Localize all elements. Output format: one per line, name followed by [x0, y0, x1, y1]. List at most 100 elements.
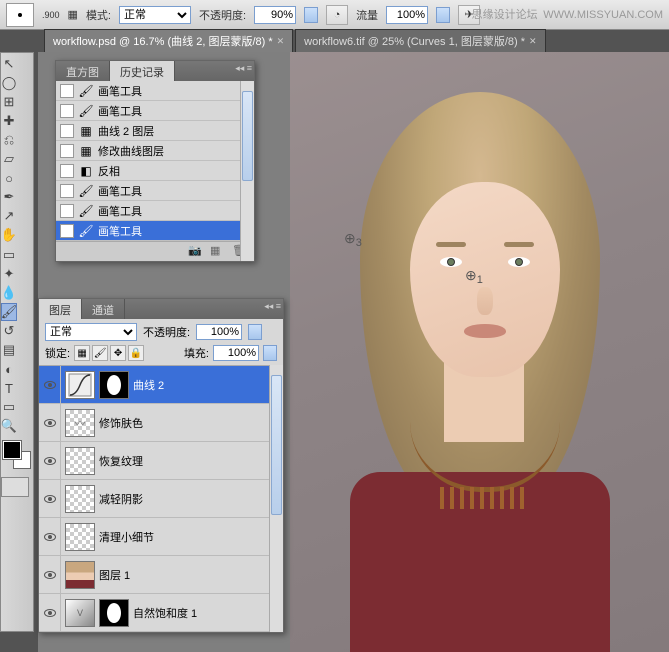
close-icon[interactable]: ✕	[277, 36, 285, 47]
history-item[interactable]: 🖌画笔工具	[56, 201, 254, 221]
document-tab[interactable]: workflow.psd @ 16.7% (曲线 2, 图层蒙版/8) *✕	[44, 29, 293, 52]
history-source-checkbox[interactable]	[60, 224, 74, 238]
history-source-checkbox[interactable]	[60, 164, 74, 178]
color-sampler-3[interactable]: ⊕3	[344, 230, 362, 249]
opacity-flyout-icon[interactable]	[304, 7, 318, 23]
visibility-toggle[interactable]	[39, 404, 61, 441]
blend-mode-select[interactable]: 正常	[119, 6, 191, 24]
color-wells[interactable]	[1, 441, 31, 469]
scrollbar[interactable]	[240, 81, 254, 261]
layer-row[interactable]: 减轻阴影	[39, 480, 283, 518]
layer-thumb[interactable]: 〰	[65, 409, 95, 437]
layer-thumb[interactable]	[65, 447, 95, 475]
chevron-down-icon[interactable]	[263, 345, 277, 361]
layer-name-label[interactable]: 减轻阴影	[99, 491, 279, 507]
layer-row[interactable]: 恢复纹理	[39, 442, 283, 480]
path-tool[interactable]: ↗	[1, 207, 17, 225]
layers-tab[interactable]: 图层	[39, 299, 82, 319]
visibility-toggle[interactable]	[39, 594, 61, 631]
layer-row[interactable]: 清理小细节	[39, 518, 283, 556]
chevron-down-icon[interactable]	[248, 324, 262, 340]
layer-thumb[interactable]	[65, 371, 95, 399]
shape-tool[interactable]: ▭	[1, 398, 17, 416]
lock-trans-icon[interactable]: ▦	[74, 345, 90, 361]
heal-tool[interactable]: ✚	[1, 112, 17, 130]
layer-name-label[interactable]: 曲线 2	[133, 377, 279, 393]
histogram-tab[interactable]: 直方图	[56, 61, 110, 81]
layer-row[interactable]: V 自然饱和度 1	[39, 594, 283, 632]
pressure-opacity-icon[interactable]: ◔	[326, 5, 348, 25]
fill-input[interactable]	[213, 345, 259, 361]
lasso-tool[interactable]: ◯	[1, 74, 17, 92]
hand-tool[interactable]: ✋	[1, 226, 17, 244]
visibility-toggle[interactable]	[39, 480, 61, 517]
new-state-icon[interactable]: ▦	[210, 244, 226, 260]
layer-thumb[interactable]	[65, 485, 95, 513]
close-icon[interactable]: ✕	[529, 36, 537, 47]
pen-tool[interactable]: ✒	[1, 188, 17, 206]
layer-row[interactable]: 图层 1	[39, 556, 283, 594]
layer-opacity-input[interactable]	[196, 324, 242, 340]
layer-name-label[interactable]: 恢复纹理	[99, 453, 279, 469]
visibility-toggle[interactable]	[39, 518, 61, 555]
foreground-color-well[interactable]	[3, 441, 21, 459]
history-item[interactable]: 🖌画笔工具	[56, 221, 254, 241]
zoom-tool[interactable]: 🔍	[1, 417, 17, 435]
layer-thumb[interactable]	[65, 523, 95, 551]
history-source-checkbox[interactable]	[60, 184, 74, 198]
canvas-image[interactable]: ⊕1 ⊕3	[290, 52, 669, 652]
layer-row[interactable]: 曲线 2	[39, 366, 283, 404]
history-brush-tool[interactable]: ↺	[1, 322, 17, 340]
layer-blend-select[interactable]: 正常	[45, 323, 137, 341]
lock-position-icon[interactable]: ✥	[110, 345, 126, 361]
color-sampler-1[interactable]: ⊕1	[465, 267, 483, 286]
flow-flyout-icon[interactable]	[436, 7, 450, 23]
crop-tool[interactable]: ⊞	[1, 93, 17, 111]
visibility-toggle[interactable]	[39, 366, 61, 403]
mask-thumb[interactable]	[99, 371, 129, 399]
stamp-tool[interactable]: ⎌	[1, 131, 17, 149]
wand-tool[interactable]: ✦	[1, 265, 17, 283]
channels-tab[interactable]: 通道	[82, 299, 125, 319]
layer-name-label[interactable]: 自然饱和度 1	[133, 605, 279, 621]
palette-toggle-icon[interactable]: ▦	[68, 8, 78, 21]
visibility-toggle[interactable]	[39, 556, 61, 593]
brush-preview[interactable]	[6, 3, 34, 27]
type-tool[interactable]: T	[1, 379, 17, 397]
dodge-tool[interactable]: ◐	[1, 360, 17, 378]
panel-collapse-icon[interactable]: ◂◂ ≡	[235, 63, 252, 74]
history-item[interactable]: 🖌画笔工具	[56, 81, 254, 101]
marquee-tool[interactable]: ▭	[1, 246, 17, 264]
lock-all-icon[interactable]: 🔒	[128, 345, 144, 361]
lock-pixels-icon[interactable]: 🖌	[92, 345, 108, 361]
flow-input[interactable]	[386, 6, 428, 24]
layer-name-label[interactable]: 清理小细节	[99, 529, 279, 545]
layer-name-label[interactable]: 修饰肤色	[99, 415, 279, 431]
layer-row[interactable]: 〰修饰肤色	[39, 404, 283, 442]
history-item[interactable]: 🖌画笔工具	[56, 101, 254, 121]
layer-name-label[interactable]: 图层 1	[99, 567, 279, 583]
history-item[interactable]: ▦修改曲线图层	[56, 141, 254, 161]
document-tab[interactable]: workflow6.tif @ 25% (Curves 1, 图层蒙版/8) *…	[295, 29, 545, 52]
history-source-checkbox[interactable]	[60, 144, 74, 158]
history-tab[interactable]: 历史记录	[110, 61, 175, 81]
layer-thumb[interactable]	[65, 561, 95, 589]
eyedropper-tool[interactable]: 💧	[1, 284, 17, 302]
panel-collapse-icon[interactable]: ◂◂ ≡	[264, 301, 281, 312]
new-snapshot-icon[interactable]: 📷	[188, 244, 204, 260]
history-item[interactable]: ▦曲线 2 图层	[56, 121, 254, 141]
mask-thumb[interactable]	[99, 599, 129, 627]
history-source-checkbox[interactable]	[60, 124, 74, 138]
brush-tool[interactable]: 🖌	[1, 303, 17, 321]
move-tool[interactable]: ↖	[1, 55, 17, 73]
gradient-tool[interactable]: ▤	[1, 341, 17, 359]
visibility-toggle[interactable]	[39, 442, 61, 479]
layer-thumb[interactable]: V	[65, 599, 95, 627]
blur-tool[interactable]: ○	[1, 169, 17, 187]
eraser-tool[interactable]: ▱	[1, 150, 17, 168]
history-source-checkbox[interactable]	[60, 104, 74, 118]
history-item[interactable]: ◧反相	[56, 161, 254, 181]
history-source-checkbox[interactable]	[60, 84, 74, 98]
quickmask-toggle[interactable]	[1, 477, 29, 497]
opacity-input[interactable]	[254, 6, 296, 24]
